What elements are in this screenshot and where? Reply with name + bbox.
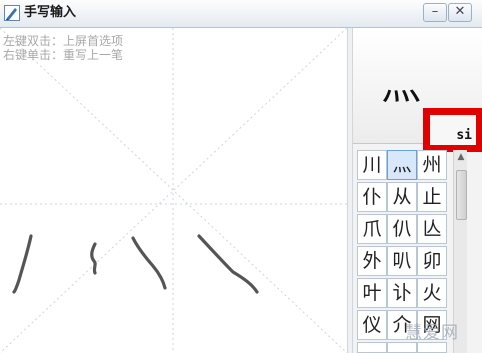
ink-stroke-2 <box>90 242 97 275</box>
hint-double-click: 左键双击：上屏首选项 <box>3 34 124 48</box>
window-title: 手写输入 <box>24 5 77 20</box>
minimize-icon: – <box>431 4 439 19</box>
candidate-cell[interactable] <box>357 342 387 353</box>
close-icon: ✕ <box>454 4 466 19</box>
watermark: 慧爱网 <box>405 323 459 343</box>
candidate-panel: 灬 si 川 灬 州 仆 从 止 爪 仈 亾 外 叭 卯 叶 讣 火 仪 介 网… <box>353 28 482 353</box>
candidate-cell[interactable]: 讣 <box>387 278 417 308</box>
scroll-thumb[interactable] <box>456 170 467 220</box>
minimize-button[interactable]: – <box>423 3 447 22</box>
pen-icon <box>4 5 20 21</box>
ink-stroke-4 <box>197 234 259 294</box>
candidate-cell[interactable]: 仈 <box>387 214 417 244</box>
candidate-cell[interactable] <box>417 342 447 353</box>
canvas-guides <box>0 28 347 353</box>
ink-stroke-3 <box>131 236 167 290</box>
pinyin-label: si <box>456 128 472 143</box>
candidate-cell[interactable]: 爪 <box>357 214 387 244</box>
ink-stroke-1 <box>12 234 33 294</box>
candidate-cell[interactable]: 止 <box>417 182 447 212</box>
candidate-cell[interactable]: 仪 <box>357 310 387 340</box>
candidate-cell[interactable]: 从 <box>387 182 417 212</box>
candidate-cell[interactable]: 叶 <box>357 278 387 308</box>
close-button[interactable]: ✕ <box>448 3 472 22</box>
candidate-cell[interactable]: 川 <box>357 150 387 180</box>
candidate-cell[interactable]: 仆 <box>357 182 387 212</box>
candidate-cell[interactable]: 火 <box>417 278 447 308</box>
pinyin-highlight: si <box>423 108 482 152</box>
candidate-cell[interactable]: 卯 <box>417 246 447 276</box>
title-bar: 手写输入 – ✕ <box>0 0 482 28</box>
handwriting-canvas[interactable]: 左键双击：上屏首选项 右键单击：重写上一笔 <box>0 28 347 353</box>
candidate-cell[interactable]: 外 <box>357 246 387 276</box>
preview-character: 灬 <box>381 63 425 109</box>
candidate-cell[interactable] <box>387 342 417 353</box>
candidate-cell[interactable]: 亾 <box>417 214 447 244</box>
candidate-cell-selected[interactable]: 灬 <box>387 150 417 180</box>
candidate-cell[interactable]: 叭 <box>387 246 417 276</box>
scroll-up-icon[interactable]: ▲ <box>455 150 467 164</box>
hint-right-click: 右键单击：重写上一笔 <box>3 48 124 62</box>
candidate-cell[interactable]: 州 <box>417 150 447 180</box>
